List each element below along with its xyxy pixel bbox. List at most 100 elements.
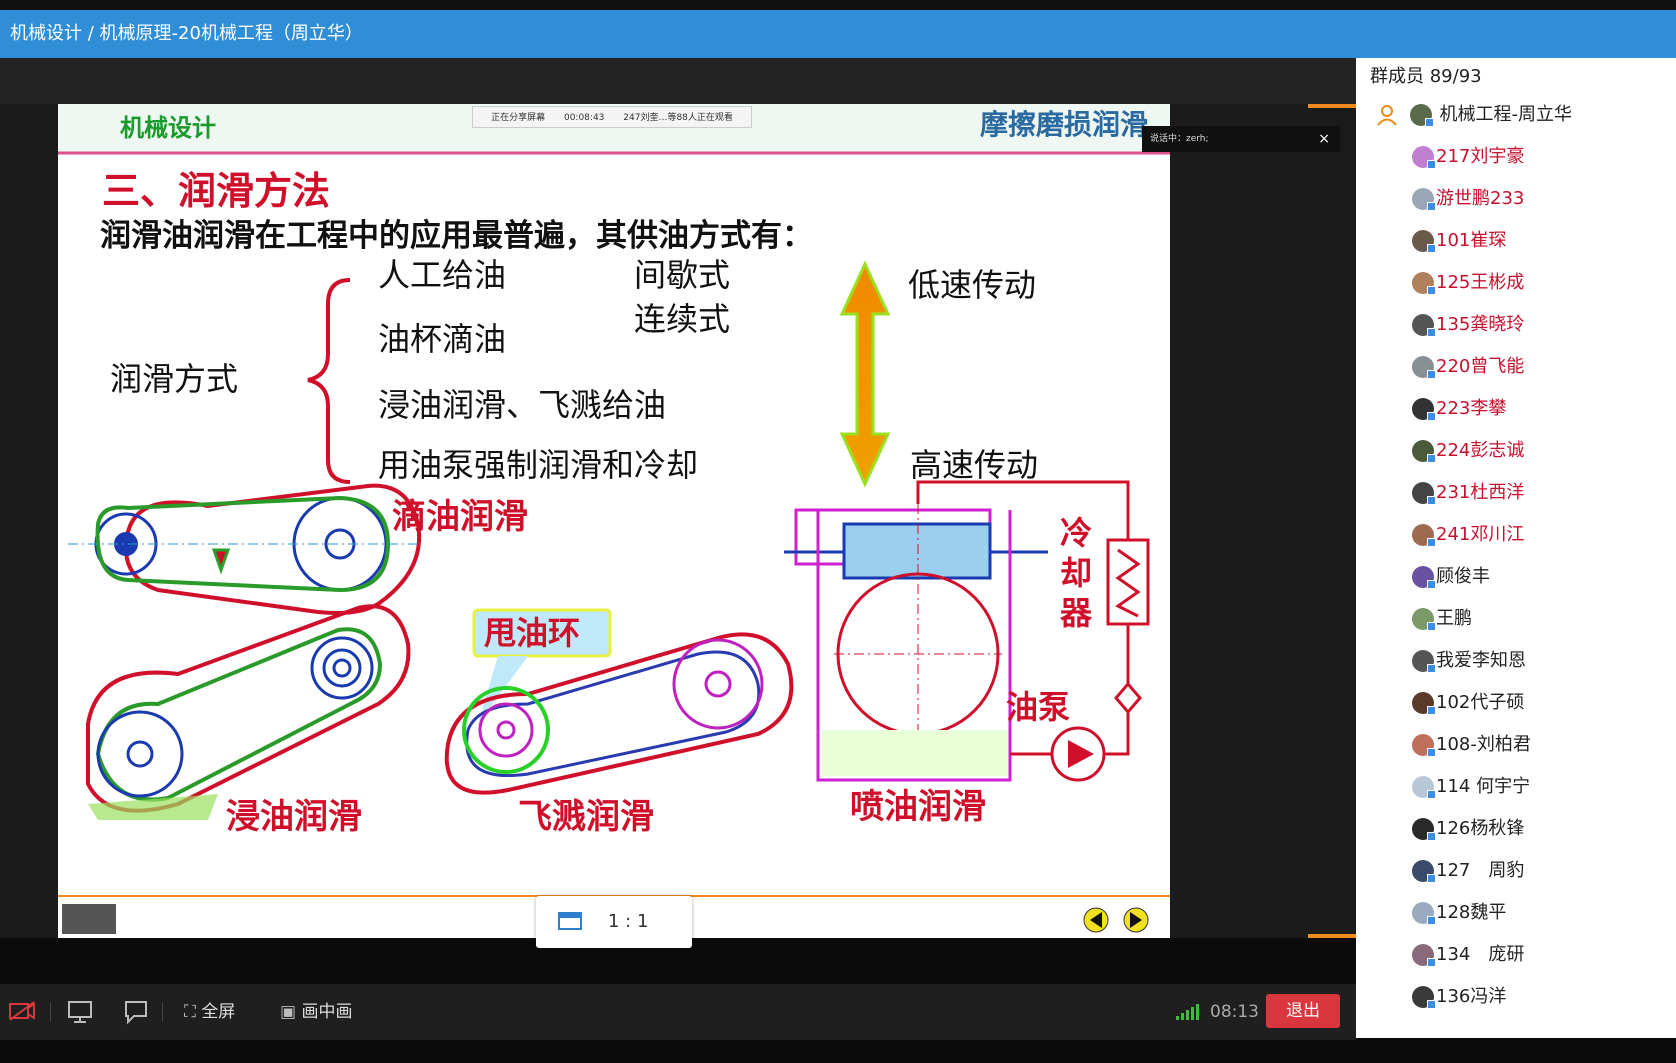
- mode-continuous: 连续式: [634, 300, 730, 338]
- avatar: [1412, 818, 1436, 841]
- member-name: 机械工程-周立华: [1439, 104, 1572, 125]
- member-item[interactable]: 136冯洋: [1412, 982, 1506, 1012]
- speed-arrow: [839, 260, 891, 488]
- member-name: 126杨秋锋: [1436, 818, 1525, 839]
- share-status: 正在分享屏幕: [491, 113, 546, 123]
- member-name: 114 何宇宁: [1436, 776, 1531, 797]
- member-item[interactable]: 220曾飞能: [1412, 352, 1524, 382]
- avatar: [1412, 314, 1436, 337]
- label-splash: 飞溅润滑: [518, 797, 654, 837]
- avatar: [1412, 692, 1436, 715]
- pip-label: 画中画: [301, 1002, 353, 1022]
- avatar: [1412, 566, 1436, 589]
- zoom-control[interactable]: 1 : 1: [536, 896, 692, 948]
- top-strip: [0, 0, 1676, 10]
- member-name: 223李攀: [1436, 398, 1507, 419]
- fullscreen-label: 全屏: [201, 1002, 236, 1022]
- member-item[interactable]: 101崔琛: [1412, 226, 1506, 256]
- avatar: [1412, 272, 1436, 295]
- member-item[interactable]: 顾俊丰: [1412, 562, 1490, 592]
- member-name: 108-刘柏君: [1436, 734, 1531, 755]
- close-icon[interactable]: ×: [1318, 126, 1330, 152]
- share-viewers: 247刘奎…等88人正在观看: [623, 113, 733, 123]
- label-dip: 浸油润滑: [226, 797, 362, 837]
- member-item[interactable]: 223李攀: [1412, 394, 1506, 424]
- label-drip: 滴油润滑: [392, 497, 528, 537]
- slide-course: 机械设计: [120, 113, 216, 142]
- brace: [307, 278, 351, 484]
- method-4: 用油泵强制润滑和冷却: [378, 446, 698, 484]
- member-item[interactable]: 135龚晓玲: [1412, 310, 1524, 340]
- avatar: [1412, 860, 1436, 883]
- frame-corner: [1308, 104, 1356, 108]
- member-name: 我爱李知恩: [1436, 650, 1526, 671]
- avatar: [1412, 608, 1436, 631]
- slide-canvas: 机械设计 摩擦磨损润滑 三、润滑方法 润滑油润滑在工程中的应用最普遍，其供油方式…: [58, 104, 1170, 934]
- member-item[interactable]: 231杜西洋: [1412, 478, 1524, 508]
- avatar: [1412, 356, 1436, 379]
- member-name: 王鹏: [1436, 608, 1472, 629]
- chat-icon[interactable]: [122, 984, 150, 1040]
- shared-slide: 机械设计 摩擦磨损润滑 三、润滑方法 润滑油润滑在工程中的应用最普遍，其供油方式…: [58, 104, 1170, 938]
- member-sidebar: 群成员 89/93 机械工程-周立华 217刘宇豪 游世鹏233 101崔琛 125王…: [1356, 58, 1676, 1038]
- avatar: [1412, 524, 1436, 547]
- member-item[interactable]: 125王彬成: [1412, 268, 1524, 298]
- member-item[interactable]: 王鹏: [1412, 604, 1472, 634]
- member-name: 136冯洋: [1436, 986, 1507, 1007]
- member-item[interactable]: 114 何宇宁: [1412, 772, 1530, 802]
- avatar: [1412, 944, 1436, 967]
- member-item[interactable]: 游世鹏233: [1412, 184, 1524, 214]
- screen-share-icon[interactable]: [66, 984, 94, 1040]
- slide-topic: 摩擦磨损润滑: [980, 108, 1148, 141]
- label-pump: 油泵: [1006, 688, 1070, 726]
- member-name: 127 周豹: [1436, 860, 1525, 881]
- method-label: 润滑方式: [110, 360, 238, 398]
- member-name: 102代子硕: [1436, 692, 1525, 713]
- member-name: 220曾飞能: [1436, 356, 1525, 377]
- member-name: 101崔琛: [1436, 230, 1507, 251]
- pip-button[interactable]: ▣ 画中画: [280, 984, 352, 1040]
- avatar: [1412, 146, 1436, 169]
- exit-button[interactable]: 退出: [1266, 994, 1340, 1028]
- member-item[interactable]: 241邓川江: [1412, 520, 1524, 550]
- method-1: 人工给油: [378, 256, 506, 294]
- member-owner[interactable]: 机械工程-周立华: [1376, 100, 1572, 130]
- avatar: [1412, 230, 1436, 253]
- avatar: [1412, 986, 1436, 1009]
- speaking-overlay: 说话中：zerh; ×: [1142, 126, 1340, 152]
- member-name: 241邓川江: [1436, 524, 1525, 545]
- member-item[interactable]: 我爱李知恩: [1412, 646, 1526, 676]
- window-icon: [558, 912, 582, 930]
- bottom-toolbar: ⛶ 全屏 ▣ 画中画 08:13 退出: [0, 984, 1356, 1040]
- frame-corner: [1308, 934, 1356, 938]
- spray-diagram: 冷 却 器 油泵 喷油润滑: [784, 480, 1150, 827]
- avatar: [1412, 440, 1436, 463]
- member-item[interactable]: 126杨秋锋: [1412, 814, 1524, 844]
- member-name: 125王彬成: [1436, 272, 1525, 293]
- member-item[interactable]: 127 周豹: [1412, 856, 1524, 886]
- label-cooler-2: 却: [1060, 554, 1092, 592]
- label-spray: 喷油润滑: [850, 787, 986, 827]
- slide-tools-icon[interactable]: [62, 904, 116, 934]
- member-item[interactable]: 128魏平: [1412, 898, 1506, 928]
- label-cooler-3: 器: [1059, 594, 1093, 632]
- member-item[interactable]: 134 庞研: [1412, 940, 1524, 970]
- member-name: 游世鹏233: [1436, 188, 1525, 209]
- share-status-bar: 正在分享屏幕 00:08:43 247刘奎…等88人正在观看: [472, 106, 752, 128]
- signal-icon: [1176, 1004, 1202, 1024]
- member-item[interactable]: 217刘宇豪: [1412, 142, 1524, 172]
- member-item[interactable]: 108-刘柏君: [1412, 730, 1531, 760]
- fullscreen-button[interactable]: ⛶ 全屏: [184, 984, 235, 1040]
- method-2: 油杯滴油: [378, 320, 506, 358]
- avatar: [1409, 104, 1434, 127]
- speed-high: 高速传动: [910, 446, 1038, 484]
- member-name: 231杜西洋: [1436, 482, 1525, 503]
- member-item[interactable]: 224彭志诚: [1412, 436, 1524, 466]
- elapsed-time: 08:13: [1210, 1002, 1259, 1022]
- member-item[interactable]: 102代子硕: [1412, 688, 1524, 718]
- speaking-text: 说话中：zerh;: [1150, 134, 1209, 144]
- camera-off-icon[interactable]: [8, 984, 36, 1040]
- zoom-label: 1 : 1: [608, 911, 649, 932]
- avatar: [1412, 902, 1436, 925]
- member-name: 224彭志诚: [1436, 440, 1525, 461]
